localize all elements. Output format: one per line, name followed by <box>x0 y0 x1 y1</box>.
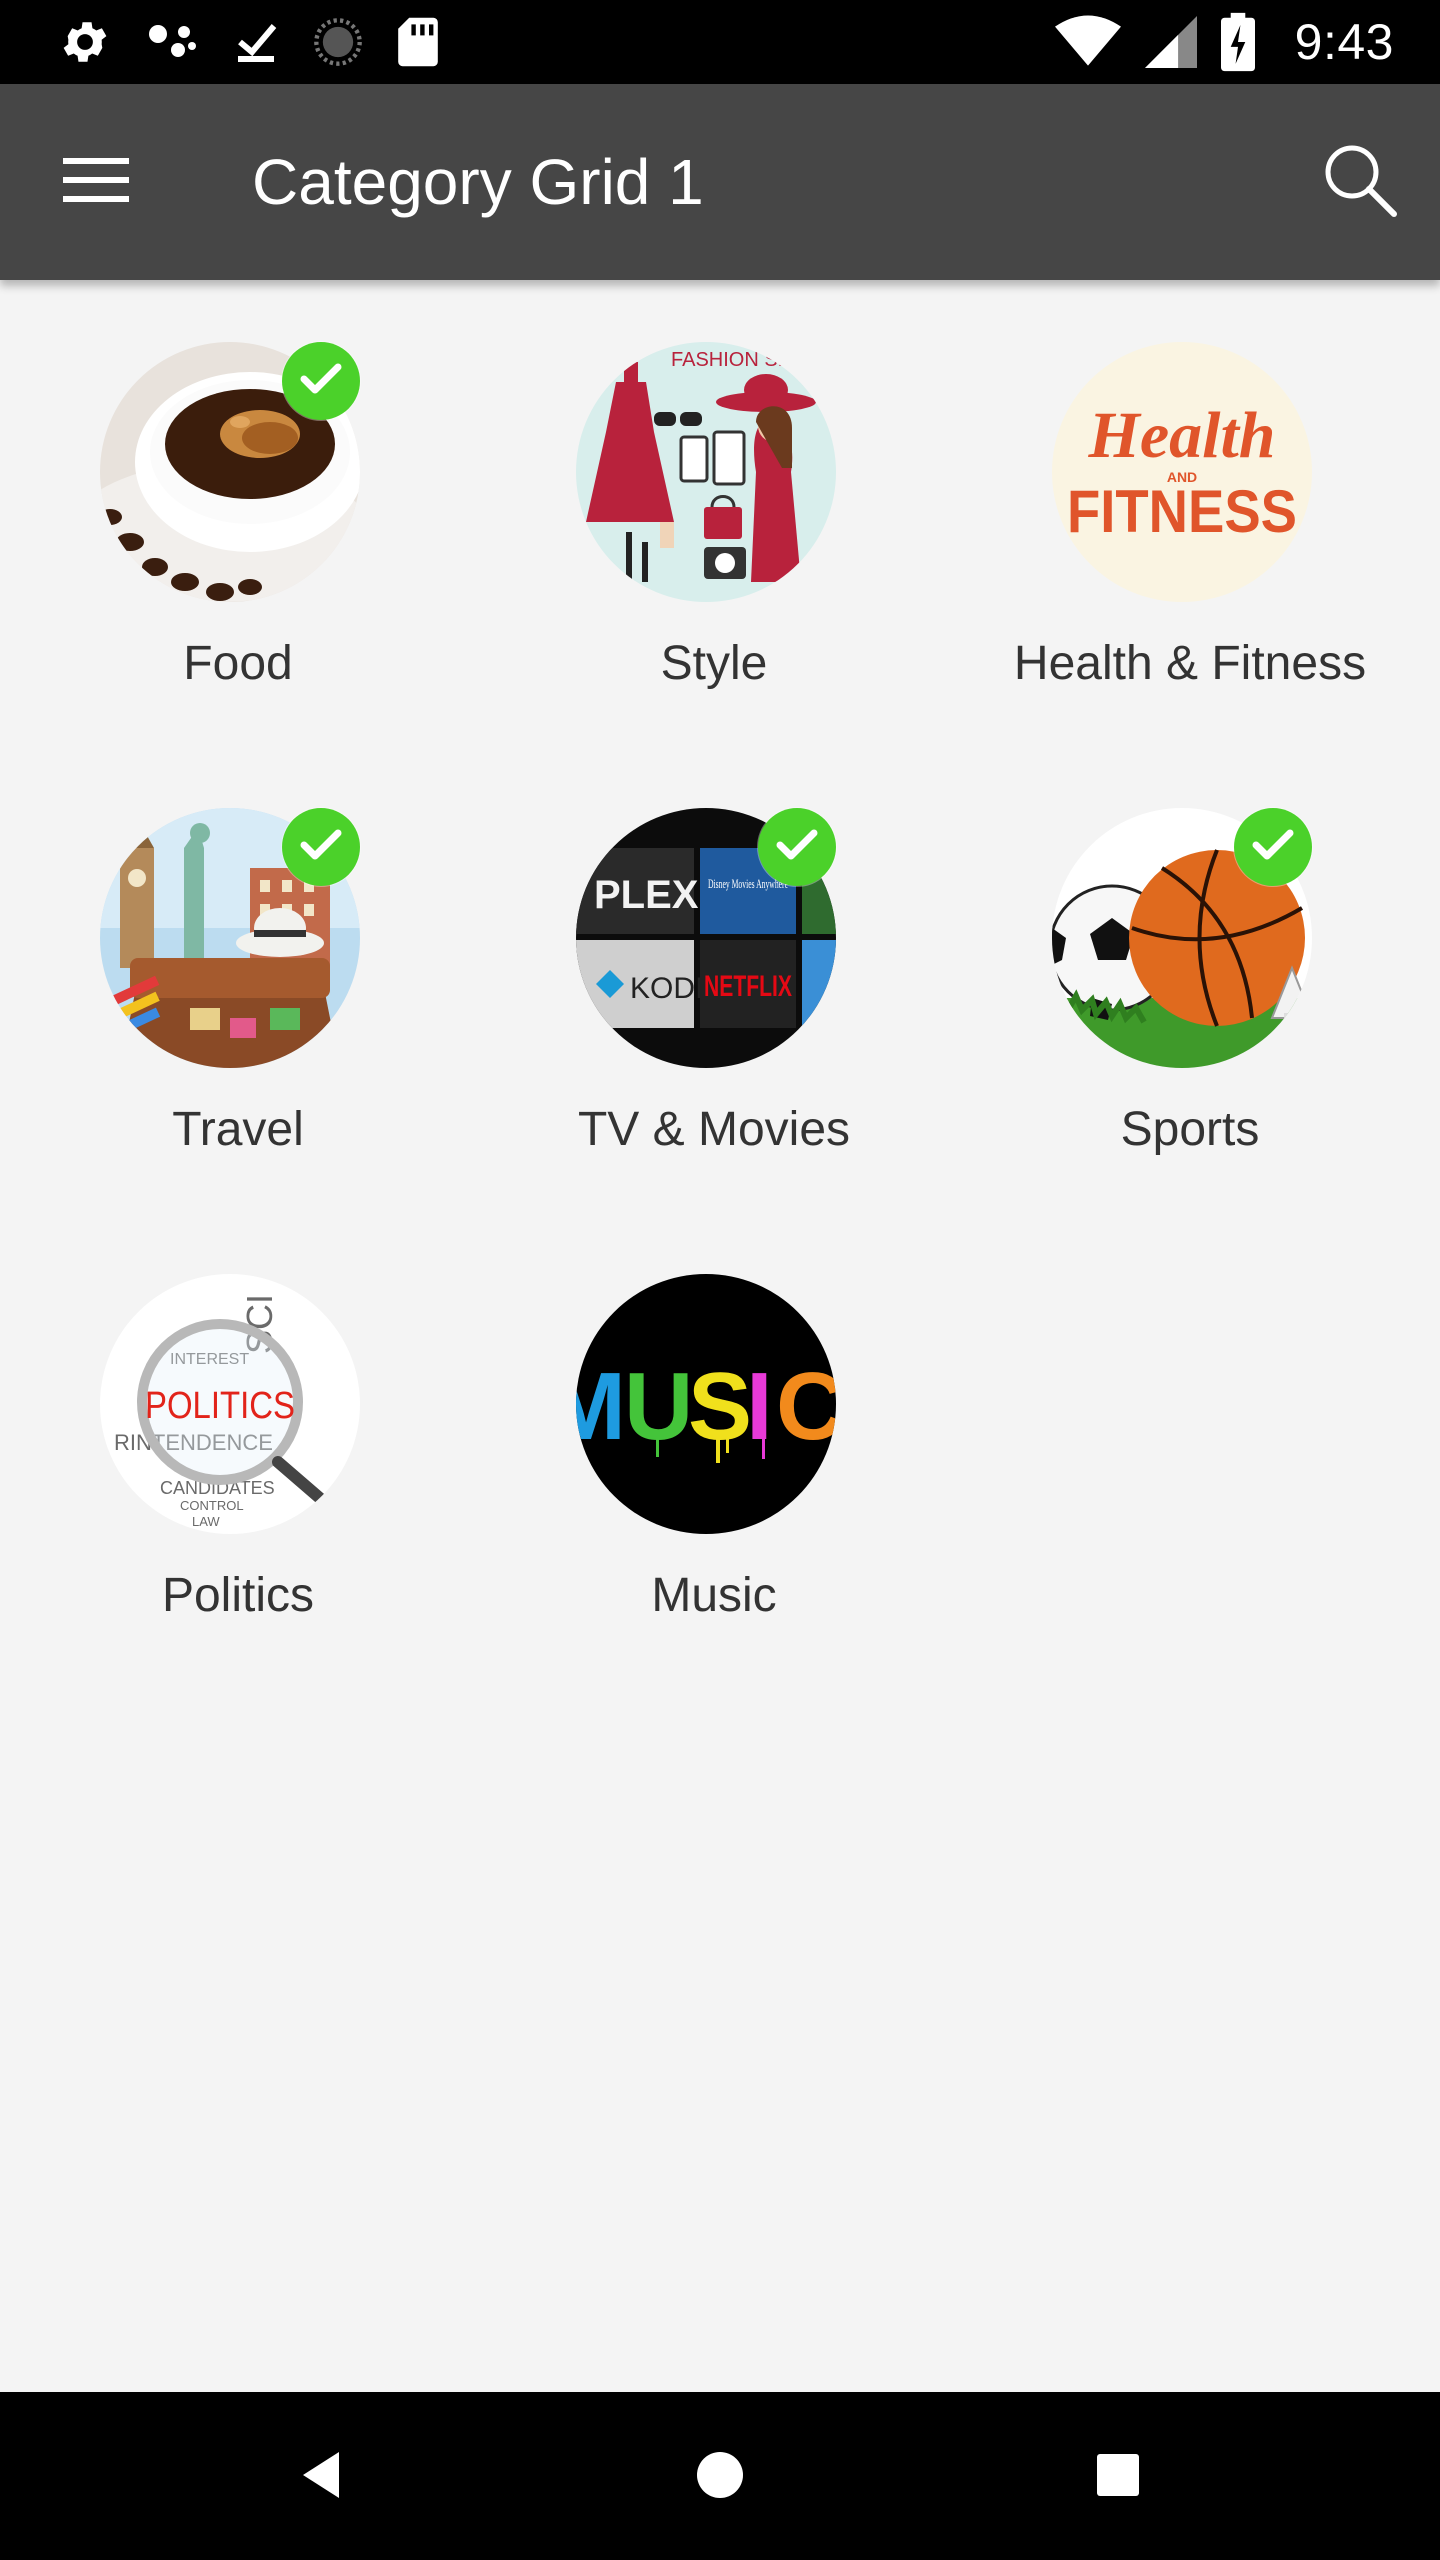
selected-check-badge <box>282 808 360 886</box>
svg-text:S: S <box>688 1353 752 1460</box>
wifi-icon <box>1054 15 1121 69</box>
music-graffiti-image: M U S I C <box>576 1274 836 1534</box>
category-tv-movies[interactable]: PLEX Disney Movies Anywhere KODI NETFLIX <box>476 746 952 1212</box>
search-button[interactable] <box>1310 132 1410 232</box>
navigation-bar <box>0 2392 1440 2560</box>
menu-icon <box>63 156 129 208</box>
menu-button[interactable] <box>48 134 144 230</box>
app-bar: Category Grid 1 <box>0 84 1440 280</box>
plex-text: PLEX <box>594 873 699 917</box>
category-avatar[interactable] <box>100 808 360 1068</box>
category-label: Politics <box>161 1569 315 1622</box>
category-food[interactable]: Food <box>0 280 476 746</box>
category-label: TV & Movies <box>577 1103 851 1156</box>
selected-check-badge <box>1234 808 1312 886</box>
search-icon <box>1322 142 1398 222</box>
category-avatar[interactable]: FASHION SET <box>576 342 836 602</box>
cell-signal-icon <box>1144 15 1197 69</box>
category-avatar[interactable] <box>1052 808 1312 1068</box>
sd-card-icon <box>396 15 440 69</box>
loading-spinner-icon <box>312 16 364 68</box>
category-label: Health & Fitness <box>1013 637 1367 690</box>
fitness-text: FITNESS <box>1067 478 1297 545</box>
check-icon <box>776 828 818 866</box>
settings-icon <box>58 15 112 69</box>
law-text: LAW <box>192 1514 220 1529</box>
status-left-icons <box>58 10 440 74</box>
kodi-text: KODI <box>630 972 703 1005</box>
status-right-icons: 9:43 <box>1054 10 1394 74</box>
selected-check-badge <box>282 342 360 420</box>
recents-button[interactable] <box>1073 2432 1163 2522</box>
status-bar: 9:43 <box>0 0 1440 84</box>
netflix-text: NETFLIX <box>704 970 792 1003</box>
back-button[interactable] <box>276 2432 366 2522</box>
health-fitness-logo-image: Health AND FITNESS <box>1052 342 1312 602</box>
home-icon <box>695 2450 745 2504</box>
home-button[interactable] <box>675 2432 765 2522</box>
assistant-dots-icon <box>144 15 200 69</box>
politics-word-cloud-image: INTEREST RINTENDENCE CANDIDATES CONTROL … <box>100 1274 360 1534</box>
category-health-fitness[interactable]: Health AND FITNESS Health & Fitness <box>952 280 1428 746</box>
category-label: Style <box>660 637 768 690</box>
svg-text:M: M <box>576 1353 626 1460</box>
download-done-icon <box>232 15 280 69</box>
category-avatar[interactable] <box>100 342 360 602</box>
fashion-set-text: FASHION SET <box>671 349 803 371</box>
battery-charging-icon <box>1220 12 1255 72</box>
fashion-set-image: FASHION SET <box>576 342 836 602</box>
category-sports[interactable]: Sports <box>952 746 1428 1212</box>
control-text: CONTROL <box>180 1498 244 1513</box>
category-politics[interactable]: INTEREST RINTENDENCE CANDIDATES CONTROL … <box>0 1212 476 1678</box>
category-label: Travel <box>172 1103 304 1156</box>
selected-check-badge <box>758 808 836 886</box>
back-icon <box>297 2448 345 2506</box>
category-music[interactable]: M U S I C Music <box>476 1212 952 1678</box>
check-icon <box>300 828 342 866</box>
check-icon <box>300 362 342 400</box>
svg-text:C: C <box>776 1353 836 1460</box>
category-avatar[interactable]: Health AND FITNESS <box>1052 342 1312 602</box>
politics-text: POLITICS <box>145 1385 295 1427</box>
clock: 9:43 <box>1294 14 1394 70</box>
category-label: Music <box>651 1569 777 1622</box>
recents-icon <box>1095 2452 1141 2502</box>
category-avatar[interactable]: PLEX Disney Movies Anywhere KODI NETFLIX <box>576 808 836 1068</box>
page-title: Category Grid 1 <box>252 146 704 218</box>
category-label: Food <box>183 637 293 690</box>
category-avatar[interactable]: M U S I C <box>576 1274 836 1534</box>
svg-text:I: I <box>746 1353 773 1460</box>
category-travel[interactable]: Travel <box>0 746 476 1212</box>
category-avatar[interactable]: INTEREST RINTENDENCE CANDIDATES CONTROL … <box>100 1274 360 1534</box>
category-style[interactable]: FASHION SET Style <box>476 280 952 746</box>
health-text: Health <box>1087 399 1275 472</box>
check-icon <box>1252 828 1294 866</box>
category-label: Sports <box>1120 1103 1260 1156</box>
